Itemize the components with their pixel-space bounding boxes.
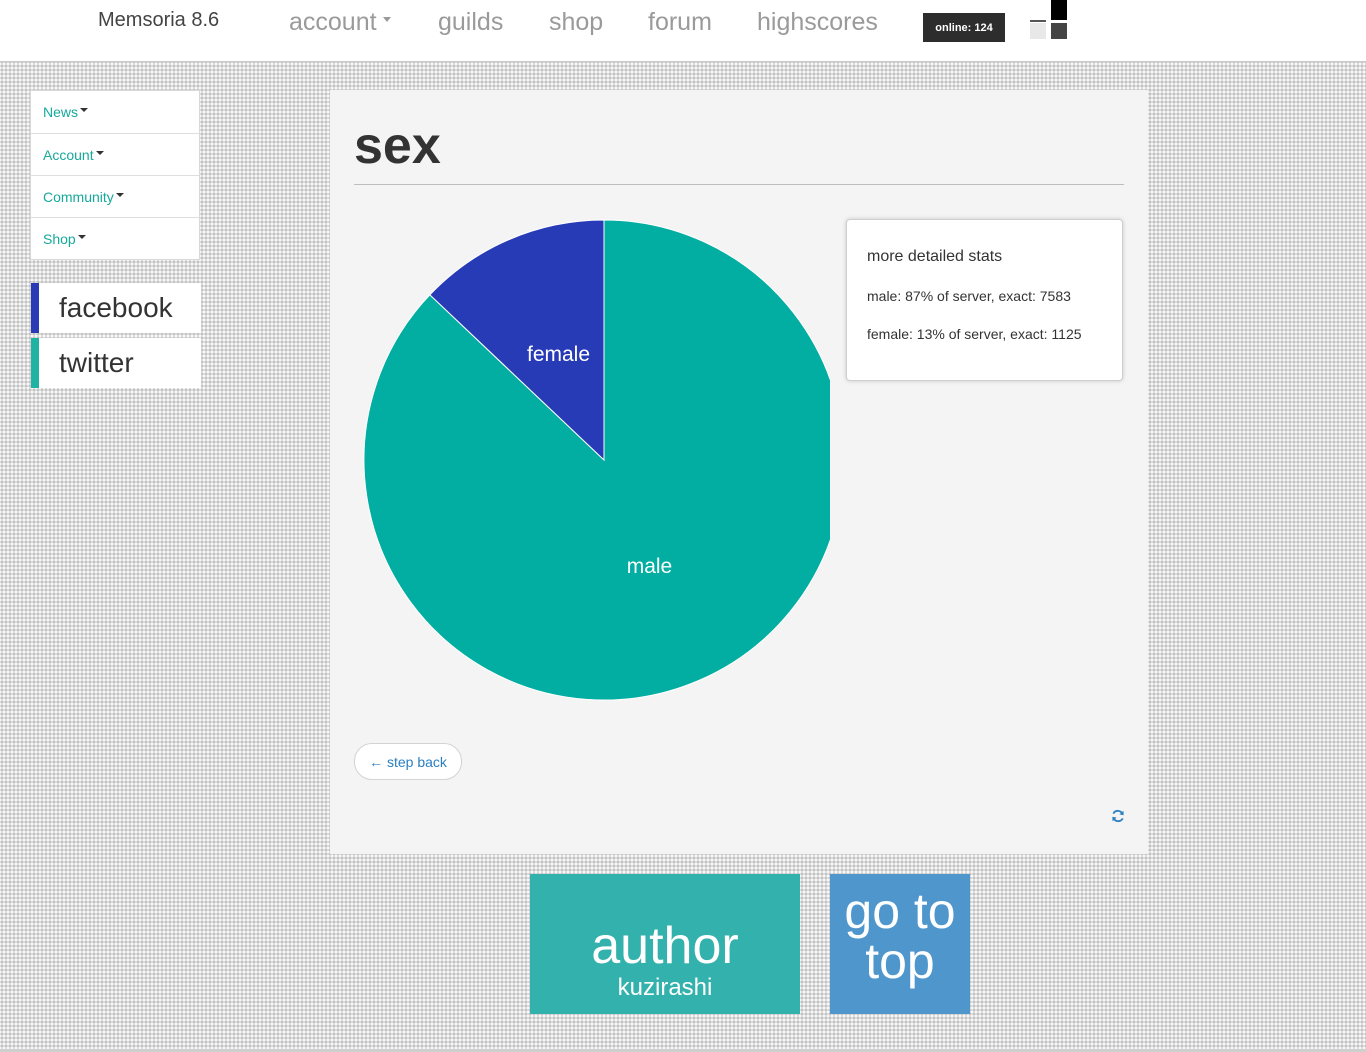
stats-line-female: female: 13% of server, exact: 1125 bbox=[867, 326, 1082, 342]
top-navbar: Memsoria 8.6 account guilds shop forum h… bbox=[0, 0, 1366, 62]
main-panel: sex male female more detailed stats male:… bbox=[330, 90, 1148, 854]
twitter-link[interactable]: twitter bbox=[31, 338, 201, 388]
nav-forum[interactable]: forum bbox=[648, 8, 712, 37]
stats-heading: more detailed stats bbox=[867, 248, 1003, 265]
online-count-badge: online: 124 bbox=[923, 13, 1005, 42]
nav-shop[interactable]: shop bbox=[549, 8, 603, 37]
pie-chart: male female bbox=[363, 219, 830, 701]
theme-light-square[interactable] bbox=[1030, 23, 1046, 39]
facebook-label: facebook bbox=[59, 292, 173, 323]
nav-account[interactable]: account bbox=[289, 8, 391, 37]
caret-down-icon bbox=[115, 192, 124, 197]
step-back-button[interactable]: ← step back bbox=[354, 743, 462, 780]
twitter-color-bar bbox=[31, 338, 39, 388]
author-tile[interactable]: author kuzirashi bbox=[530, 874, 800, 1014]
nav-highscores[interactable]: highscores bbox=[757, 8, 878, 37]
theme-line bbox=[1030, 20, 1046, 22]
page-title: sex bbox=[354, 117, 441, 175]
brand-title: Memsoria 8.6 bbox=[98, 9, 220, 31]
caret-down-icon bbox=[95, 150, 104, 155]
sidebar-item-label: Shop bbox=[43, 230, 76, 247]
sidebar-item-shop[interactable]: Shop bbox=[31, 217, 199, 259]
pie-label-male: male bbox=[627, 555, 673, 578]
nav-guilds[interactable]: guilds bbox=[438, 8, 503, 37]
theme-gray-square[interactable] bbox=[1051, 23, 1067, 39]
nav-account-label: account bbox=[289, 8, 377, 36]
sidebar-item-label: Account bbox=[43, 146, 94, 163]
pie-label-female: female bbox=[527, 343, 590, 366]
sidebar-item-news[interactable]: News bbox=[31, 91, 199, 133]
twitter-label: twitter bbox=[59, 347, 134, 378]
go-to-top-button[interactable]: go to top bbox=[830, 874, 970, 1014]
title-divider bbox=[354, 184, 1124, 185]
stats-line-male: male: 87% of server, exact: 7583 bbox=[867, 288, 1071, 304]
sidebar-item-label: Community bbox=[43, 188, 114, 205]
refresh-icon[interactable] bbox=[1111, 809, 1125, 823]
sidebar-item-account[interactable]: Account bbox=[31, 133, 199, 175]
theme-dark-square[interactable] bbox=[1051, 0, 1067, 20]
caret-down-icon bbox=[77, 234, 86, 239]
detailed-stats-box: more detailed stats male: 87% of server,… bbox=[846, 219, 1123, 381]
author-name: kuzirashi bbox=[617, 974, 713, 1001]
sidebar-item-label: News bbox=[43, 104, 79, 120]
caret-down-icon bbox=[382, 16, 391, 22]
caret-down-icon bbox=[80, 108, 89, 112]
facebook-link[interactable]: facebook bbox=[31, 283, 201, 333]
facebook-color-bar bbox=[31, 283, 39, 333]
author-title: author bbox=[591, 917, 739, 975]
sidebar-item-community[interactable]: Community bbox=[31, 175, 199, 217]
sidebar-menu: News Account Community Shop bbox=[30, 90, 200, 260]
